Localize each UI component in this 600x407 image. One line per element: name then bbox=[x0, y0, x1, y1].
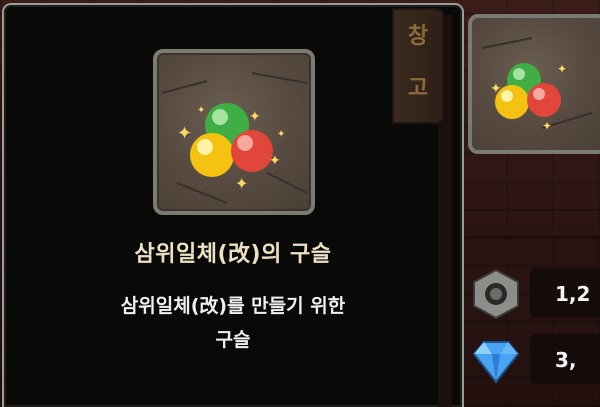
svg-text:✦: ✦ bbox=[542, 119, 552, 133]
svg-text:✦: ✦ bbox=[197, 105, 205, 116]
trinity-orb-icon: ✦ ✦ ✦ ✦ ✦ ✦ bbox=[161, 72, 308, 204]
currency-row-nut: 1,2 bbox=[470, 268, 600, 320]
currency-value: 3, bbox=[555, 348, 577, 372]
item-description: 삼위일체(改)를 만들기 위한 구슬 bbox=[120, 295, 346, 351]
svg-text:✦: ✦ bbox=[249, 109, 261, 125]
diamond-gem-icon bbox=[472, 341, 520, 384]
currency-value: 1,2 bbox=[555, 282, 591, 306]
inventory-slot[interactable]: ✦ ✦ ✦ bbox=[468, 14, 600, 154]
svg-text:✦: ✦ bbox=[269, 153, 281, 169]
svg-text:✦: ✦ bbox=[277, 129, 285, 140]
storage-tab[interactable]: 창 고 bbox=[392, 8, 444, 124]
item-icon-frame: ✦ ✦ ✦ ✦ ✦ ✦ bbox=[153, 49, 315, 215]
svg-text:✦: ✦ bbox=[557, 62, 567, 76]
storage-tab-char: 고 bbox=[407, 76, 429, 101]
small-orb-icon: ✦ ✦ ✦ bbox=[481, 37, 593, 133]
storage-tab-char: 창 bbox=[407, 24, 429, 49]
bolt-nut-icon bbox=[473, 268, 519, 320]
item-name: 삼위일체(改)의 구슬 bbox=[134, 242, 332, 267]
svg-text:✦: ✦ bbox=[235, 174, 248, 193]
divider bbox=[470, 236, 600, 239]
svg-text:✦: ✦ bbox=[490, 81, 502, 97]
currency-row-diamond: 3, bbox=[470, 334, 600, 386]
svg-text:✦: ✦ bbox=[177, 123, 192, 144]
